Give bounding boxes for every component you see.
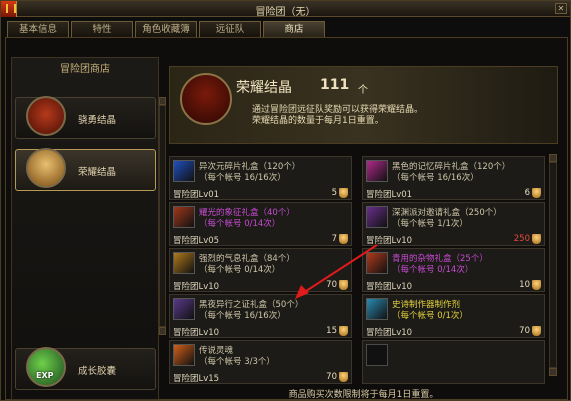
sidebar-scroll-up[interactable] <box>159 97 166 105</box>
item-icon <box>173 206 195 228</box>
item-price: 250 <box>513 234 530 244</box>
close-icon[interactable]: ✕ <box>555 3 567 14</box>
glory-coin-icon <box>532 280 541 290</box>
sidebar-scroll-down[interactable] <box>159 327 166 335</box>
empty-item-slot <box>362 340 545 384</box>
glory-crystal-large-icon <box>180 73 232 125</box>
sidebar-item-label: 荣耀结晶 <box>78 167 117 178</box>
item-icon <box>366 206 388 228</box>
item-price: 6 <box>524 188 530 198</box>
exp-badge: EXP <box>36 371 54 380</box>
item-purchase-limit: （每个帐号 16/16次） <box>199 311 286 321</box>
item-level-requirement: 冒险团Lv01 <box>366 190 413 200</box>
sidebar-item-glory-crystal[interactable]: 荣耀结晶 <box>15 148 156 191</box>
item-icon <box>173 252 195 274</box>
currency-name: 荣耀结晶 <box>236 80 292 96</box>
shop-item-card[interactable]: 异次元碎片礼盒（120个） （每个帐号 16/16次） 冒险团Lv01 5 <box>169 156 352 200</box>
adventure-group-window: 冒险团（无） ✕ 基本信息 特性 角色收藏簿 远征队 商店 冒险团商店 骁勇结晶… <box>0 0 571 401</box>
shop-item-card[interactable]: 史诗制作器制作剂 （每个帐号 0/1次） 冒险团Lv10 70 <box>362 294 545 338</box>
tab-expedition[interactable]: 远征队 <box>199 21 261 38</box>
item-level-requirement: 冒险团Lv10 <box>366 282 413 292</box>
sidebar-scrollbar[interactable] <box>159 105 166 327</box>
tab-basic-info[interactable]: 基本信息 <box>7 21 69 38</box>
tab-traits[interactable]: 特性 <box>71 21 133 38</box>
item-scroll-down[interactable] <box>549 368 557 376</box>
item-level-requirement: 冒险团Lv15 <box>173 374 220 384</box>
item-level-requirement: 冒险团Lv10 <box>173 328 220 338</box>
title-bar[interactable]: 冒险团（无） ✕ <box>1 1 570 18</box>
reset-notice: 商品购买次数限制将于每月1日重置。 <box>288 390 439 400</box>
shop-item-card[interactable]: 传说灵魂 （每个帐号 3/3个） 冒险团Lv15 70 <box>169 340 352 384</box>
item-purchase-limit: （每个帐号 0/14次） <box>392 265 474 275</box>
shop-item-card[interactable]: 深渊派对邀请礼盒（250个） （每个帐号 1/1次） 冒险团Lv10 250 <box>362 202 545 246</box>
glory-coin-icon <box>532 326 541 336</box>
shop-item-card[interactable]: 黑夜异行之证礼盒（50个） （每个帐号 16/16次） 冒险团Lv10 15 <box>169 294 352 338</box>
sidebar-item-label: 成长胶囊 <box>78 366 117 377</box>
item-purchase-limit: （每个帐号 16/16次） <box>392 173 479 183</box>
item-level-requirement: 冒险团Lv10 <box>173 282 220 292</box>
item-price: 15 <box>326 326 337 336</box>
sidebar-title: 冒险团商店 <box>60 64 110 75</box>
sidebar-item-label: 骁勇结晶 <box>78 115 117 126</box>
item-purchase-limit: （每个帐号 1/1次） <box>392 219 468 229</box>
item-icon <box>173 160 195 182</box>
shop-item-card[interactable]: 耀光的象征礼盒（40个） （每个帐号 0/14次） 冒险团Lv05 7 <box>169 202 352 246</box>
item-price: 5 <box>331 188 337 198</box>
item-price: 7 <box>331 234 337 244</box>
glory-coin-icon <box>339 326 348 336</box>
shop-item-card[interactable]: 强烈的气息礼盒（84个） （每个帐号 0/14次） 冒险团Lv10 70 <box>169 248 352 292</box>
item-scrollbar[interactable] <box>549 162 557 368</box>
tab-character-collection[interactable]: 角色收藏簿 <box>135 21 197 38</box>
valor-crystal-icon <box>26 96 66 136</box>
item-icon <box>173 298 195 320</box>
item-icon <box>366 252 388 274</box>
item-icon <box>366 298 388 320</box>
item-icon <box>366 160 388 182</box>
tab-shop[interactable]: 商店 <box>263 21 325 38</box>
glory-coin-icon <box>339 188 348 198</box>
item-price: 70 <box>519 326 530 336</box>
item-purchase-limit: （每个帐号 16/16次） <box>199 173 286 183</box>
currency-count: 111 <box>320 77 350 93</box>
exp-capsule-icon: EXP <box>26 347 66 387</box>
shop-item-card[interactable]: 黑色的记忆碎片礼盒（120个） （每个帐号 16/16次） 冒险团Lv01 6 <box>362 156 545 200</box>
item-purchase-limit: （每个帐号 0/14次） <box>199 265 281 275</box>
item-level-requirement: 冒险团Lv05 <box>173 236 220 246</box>
currency-header: 荣耀结晶 111 个 通过冒险团远征队奖励可以获得荣耀结晶。 荣耀结晶的数量于每… <box>169 66 558 144</box>
item-icon <box>173 344 195 366</box>
item-scroll-up[interactable] <box>549 154 557 162</box>
currency-description: 通过冒险团远征队奖励可以获得荣耀结晶。 荣耀结晶的数量于每月1日重置。 <box>252 105 424 126</box>
glory-coin-icon <box>532 188 541 198</box>
item-level-requirement: 冒险团Lv10 <box>366 236 413 246</box>
glory-crystal-icon <box>26 148 66 188</box>
item-purchase-limit: （每个帐号 3/3个） <box>199 357 275 367</box>
item-price: 70 <box>326 372 337 382</box>
shop-item-card[interactable]: 青用的杂物礼盒（25个） （每个帐号 0/14次） 冒险团Lv10 10 <box>362 248 545 292</box>
glory-coin-icon <box>339 234 348 244</box>
item-purchase-limit: （每个帐号 0/1次） <box>392 311 468 321</box>
item-level-requirement: 冒险团Lv10 <box>366 328 413 338</box>
sidebar-item-valor-crystal[interactable]: 骁勇结晶 <box>15 96 156 139</box>
empty-slot-icon <box>366 344 388 366</box>
item-purchase-limit: （每个帐号 0/14次） <box>199 219 281 229</box>
glory-coin-icon <box>339 372 348 382</box>
window-title: 冒险团（无） <box>255 7 316 18</box>
glory-coin-icon <box>339 280 348 290</box>
item-price: 70 <box>326 280 337 290</box>
currency-unit: 个 <box>358 85 368 96</box>
glory-coin-icon <box>532 234 541 244</box>
item-price: 10 <box>519 280 530 290</box>
item-level-requirement: 冒险团Lv01 <box>173 190 220 200</box>
sidebar-item-growth-capsule[interactable]: EXP 成长胶囊 <box>15 347 156 390</box>
